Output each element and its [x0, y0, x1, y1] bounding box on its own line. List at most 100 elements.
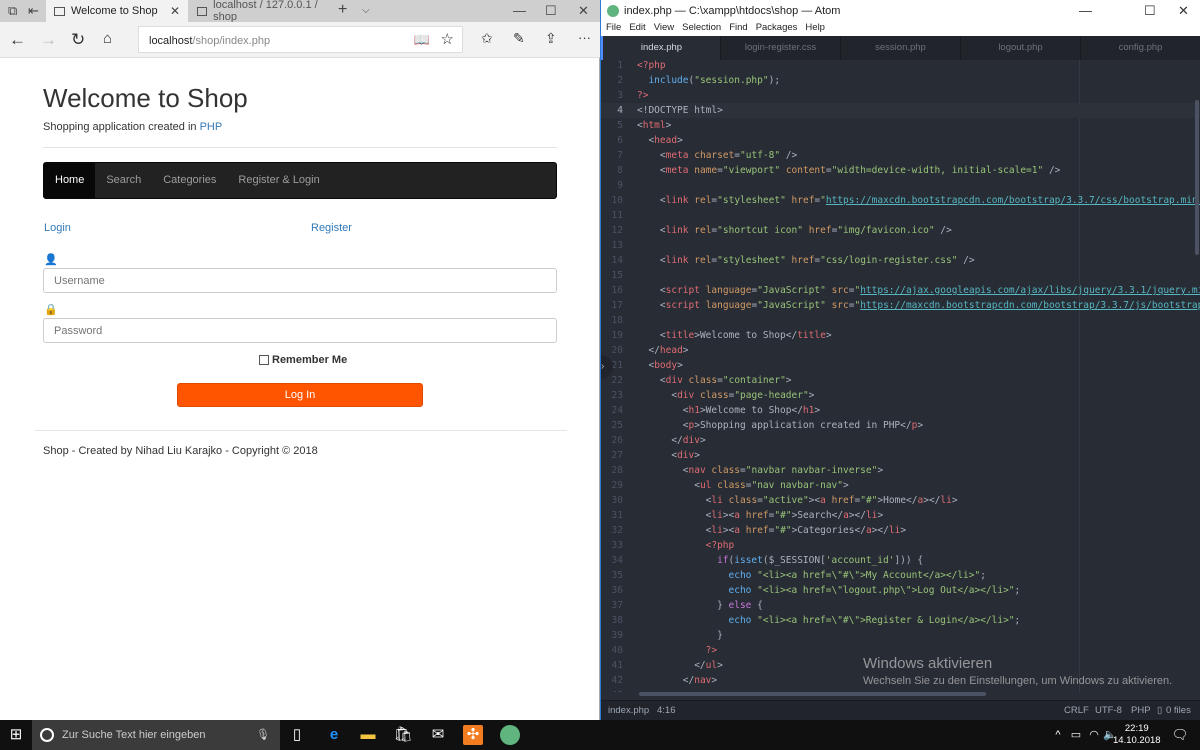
code-line[interactable]: 39 } — [601, 628, 1200, 643]
menu-file[interactable]: File — [606, 22, 621, 36]
close-tab-icon[interactable]: ✕ — [170, 4, 180, 18]
edge-icon[interactable]: e — [324, 725, 344, 745]
menu-packages[interactable]: Packages — [756, 22, 798, 36]
reading-view-icon[interactable]: 📖 — [414, 32, 430, 48]
code-line[interactable]: 18 — [601, 313, 1200, 328]
menu-view[interactable]: View — [654, 22, 674, 36]
refresh-icon[interactable]: ↻ — [71, 30, 85, 50]
menu-edit[interactable]: Edit — [629, 22, 645, 36]
code-line[interactable]: 27 <div> — [601, 448, 1200, 463]
code-line[interactable]: 29 <ul class="nav navbar-nav"> — [601, 478, 1200, 493]
status-encoding[interactable]: UTF-8 — [1095, 701, 1122, 721]
status-grammar[interactable]: PHP — [1131, 701, 1151, 721]
code-line[interactable]: 14 <link rel="stylesheet" href="css/logi… — [601, 253, 1200, 268]
new-tab-icon[interactable]: + — [338, 1, 347, 19]
taskbar-search[interactable]: Zur Suche Text hier eingeben 🎙 — [32, 720, 280, 750]
nav-search[interactable]: Search — [95, 163, 152, 198]
store-icon[interactable]: 🛍 — [393, 725, 413, 745]
maximize-icon[interactable]: ☐ — [545, 3, 557, 19]
favorite-star-icon[interactable]: ☆ — [441, 30, 454, 48]
editor-tab[interactable]: session.php — [841, 36, 961, 60]
editor-tab[interactable]: login-register.css — [721, 36, 841, 60]
code-line[interactable]: 23 <div class="page-header"> — [601, 388, 1200, 403]
code-line[interactable]: 7 <meta charset="utf-8" /> — [601, 148, 1200, 163]
favorites-hub-icon[interactable]: ✩ — [481, 30, 493, 47]
nav-register-login[interactable]: Register & Login — [227, 163, 330, 198]
code-line[interactable]: 11 — [601, 208, 1200, 223]
editor-tab[interactable]: index.php — [601, 36, 721, 60]
code-line[interactable]: 38 echo "<li><a href=\"#\">Register & Lo… — [601, 613, 1200, 628]
code-line[interactable]: 19 <title>Welcome to Shop</title> — [601, 328, 1200, 343]
status-file[interactable]: index.php — [608, 701, 649, 721]
code-line[interactable]: 32 <li><a href="#">Categories</a></li> — [601, 523, 1200, 538]
close-icon[interactable]: ✕ — [1178, 3, 1189, 19]
vertical-scrollbar[interactable] — [1195, 100, 1199, 255]
code-line[interactable]: 2 include("session.php"); — [601, 73, 1200, 88]
mail-icon[interactable]: ✉ — [428, 725, 448, 745]
web-note-icon[interactable]: ✎ — [513, 30, 525, 47]
remember-me[interactable]: Remember Me — [259, 354, 347, 366]
share-icon[interactable]: ⇪ — [545, 30, 557, 47]
network-icon[interactable]: ▭ — [1066, 725, 1086, 745]
menu-find[interactable]: Find — [729, 22, 747, 36]
register-link[interactable]: Register — [311, 222, 352, 234]
code-line[interactable]: 22 <div class="container"> — [601, 373, 1200, 388]
notifications-icon[interactable]: 🗨 — [1170, 725, 1190, 745]
code-line[interactable]: 12 <link rel="shortcut icon" href="img/f… — [601, 223, 1200, 238]
login-button[interactable]: Log In — [177, 383, 423, 407]
code-line[interactable]: 36 echo "<li><a href=\"logout.php\">Log … — [601, 583, 1200, 598]
code-line[interactable]: 35 echo "<li><a href=\"#\">My Account</a… — [601, 568, 1200, 583]
code-line[interactable]: 16 <script language="JavaScript" src="ht… — [601, 283, 1200, 298]
code-line[interactable]: 20 </head> — [601, 343, 1200, 358]
code-line[interactable]: 10 <link rel="stylesheet" href="https://… — [601, 193, 1200, 208]
code-line[interactable]: 33 <?php — [601, 538, 1200, 553]
code-line[interactable]: 31 <li><a href="#">Search</a></li> — [601, 508, 1200, 523]
status-line-ending[interactable]: CRLF — [1064, 701, 1089, 721]
chevron-down-icon[interactable]: ⌵ — [362, 5, 370, 16]
microphone-icon[interactable]: 🎙 — [256, 720, 270, 750]
menu-help[interactable]: Help — [805, 22, 825, 36]
file-explorer-icon[interactable]: ▬ — [358, 725, 378, 745]
code-line[interactable]: 21 <body> — [601, 358, 1200, 373]
address-bar[interactable]: localhost/shop/index.php 📖 ☆ — [138, 26, 463, 53]
tab-welcome-to-shop[interactable]: Welcome to Shop ✕ — [46, 0, 188, 22]
code-line[interactable]: 13 — [601, 238, 1200, 253]
minimize-icon[interactable]: — — [1079, 3, 1092, 18]
code-line[interactable]: 8 <meta name="viewport" content="width=d… — [601, 163, 1200, 178]
code-line[interactable]: 6 <head> — [601, 133, 1200, 148]
code-line[interactable]: 25 <p>Shopping application created in PH… — [601, 418, 1200, 433]
clock[interactable]: 22:19 14.10.2018 — [1113, 723, 1161, 747]
login-link[interactable]: Login — [44, 222, 71, 234]
atom-icon[interactable] — [500, 725, 520, 745]
code-line[interactable]: 15 — [601, 268, 1200, 283]
password-input[interactable] — [43, 318, 557, 343]
horizontal-scrollbar[interactable] — [639, 692, 986, 696]
code-line[interactable]: 17 <script language="JavaScript" src="ht… — [601, 298, 1200, 313]
windows-start-icon[interactable]: ⊞ — [6, 725, 26, 745]
xampp-icon[interactable]: ✣ — [463, 725, 483, 745]
editor-tab[interactable]: logout.php — [961, 36, 1081, 60]
status-cursor[interactable]: 4:16 — [657, 701, 676, 721]
status-git[interactable]: 0 files — [1166, 701, 1191, 721]
code-line[interactable]: 34 if(isset($_SESSION['account_id'])) { — [601, 553, 1200, 568]
task-view-icon[interactable]: ▯ — [287, 725, 307, 745]
username-input[interactable] — [43, 268, 557, 293]
back-icon[interactable]: ← — [9, 30, 26, 50]
close-icon[interactable]: ✕ — [578, 3, 589, 19]
menu-selection[interactable]: Selection — [682, 22, 721, 36]
nav-home[interactable]: Home — [44, 163, 96, 198]
tab-phpmyadmin[interactable]: localhost / 127.0.0.1 / shop — [189, 0, 332, 23]
code-line[interactable]: 1 <?php — [601, 58, 1200, 73]
more-icon[interactable]: ··· — [578, 30, 591, 45]
code-line[interactable]: 9 — [601, 178, 1200, 193]
editor-tab[interactable]: config.php — [1081, 36, 1200, 60]
code-line[interactable]: 24 <h1>Welcome to Shop</h1> — [601, 403, 1200, 418]
minimize-icon[interactable]: — — [513, 3, 526, 18]
set-aside-tabs-icon[interactable]: ⇤ — [28, 3, 39, 19]
tab-preview-icon[interactable]: ⧉ — [8, 3, 17, 19]
code-line[interactable]: 4 <!DOCTYPE html> — [601, 103, 1200, 118]
home-icon[interactable]: ⌂ — [103, 30, 112, 47]
code-line[interactable]: 30 <li class="active"><a href="#">Home</… — [601, 493, 1200, 508]
remember-me-checkbox[interactable] — [259, 355, 269, 365]
nav-categories[interactable]: Categories — [152, 163, 227, 198]
